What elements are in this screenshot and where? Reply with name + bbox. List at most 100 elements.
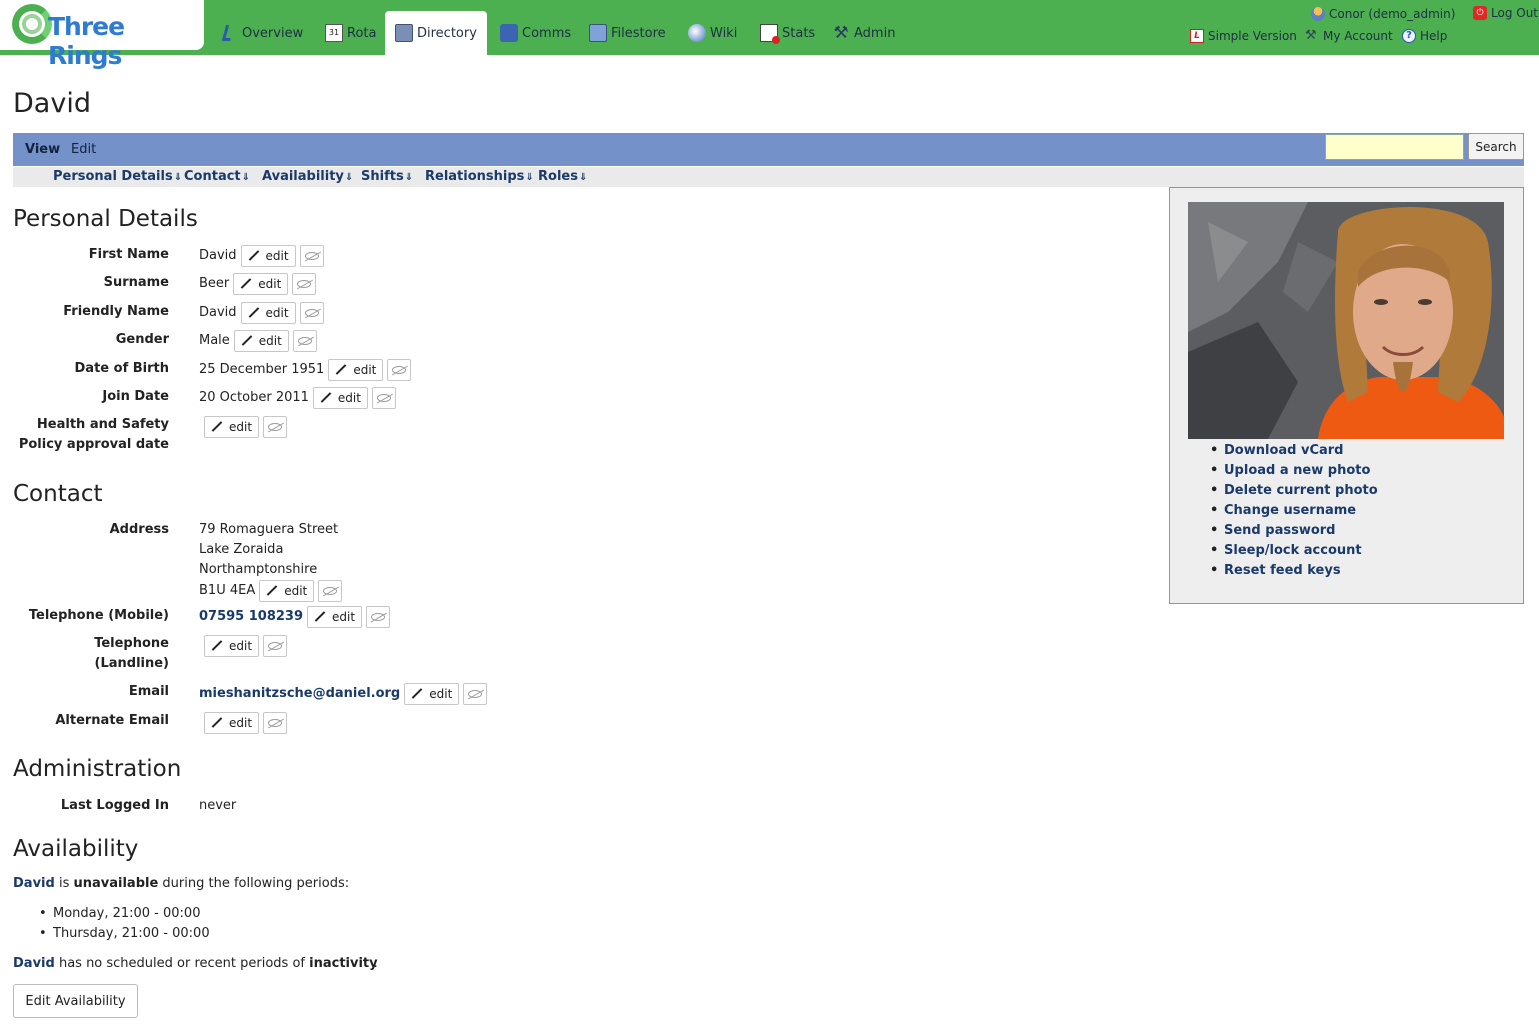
- text-has-no: has no scheduled or recent periods of: [58, 956, 305, 971]
- pencil-icon: [335, 364, 347, 376]
- simple-version-link[interactable]: L Simple Version: [1190, 29, 1297, 43]
- edit-email-button[interactable]: edit: [404, 683, 460, 705]
- mobile-label: Telephone (Mobile): [28, 608, 169, 623]
- page-title: David: [13, 88, 91, 119]
- anchor-personal-details[interactable]: Personal Details: [53, 169, 182, 184]
- visibility-toggle-button[interactable]: [292, 330, 317, 352]
- list-item: Upload a new photo: [1210, 461, 1378, 481]
- landline-label-line1: Telephone: [94, 636, 169, 651]
- edit-health-safety-button[interactable]: edit: [204, 416, 260, 438]
- current-user-link[interactable]: Conor (demo_admin): [1311, 7, 1455, 21]
- tools-icon: ⚒: [833, 23, 849, 43]
- my-account-label: My Account: [1323, 29, 1393, 43]
- hidden-eye-icon: [376, 394, 391, 402]
- visibility-toggle-button[interactable]: [463, 683, 488, 705]
- nav-filestore[interactable]: Filestore: [589, 20, 666, 46]
- nav-label: Filestore: [611, 25, 666, 41]
- surname-value: Beer: [199, 276, 230, 291]
- calendar-icon: 31: [325, 24, 343, 42]
- anchor-availability[interactable]: Availability: [262, 169, 353, 184]
- visibility-toggle-button[interactable]: [292, 273, 317, 295]
- sleep-lock-account-link[interactable]: Sleep/lock account: [1224, 543, 1362, 558]
- hidden-eye-icon: [304, 309, 319, 317]
- list-item: Reset feed keys: [1210, 561, 1378, 581]
- nav-label: Admin: [854, 25, 896, 41]
- nav-wiki[interactable]: Wiki: [688, 20, 737, 46]
- logo[interactable]: Three Rings: [0, 0, 204, 70]
- visibility-toggle-button[interactable]: [299, 302, 324, 324]
- visibility-toggle-button[interactable]: [366, 606, 391, 628]
- member-name-link[interactable]: David: [13, 956, 55, 971]
- address-line: B1U 4EA: [199, 583, 256, 598]
- hidden-eye-icon: [268, 423, 283, 431]
- edit-alternate-email-button[interactable]: edit: [204, 712, 260, 734]
- my-account-link[interactable]: ⚒ My Account: [1305, 29, 1393, 44]
- change-username-link[interactable]: Change username: [1224, 503, 1356, 518]
- text-period: .: [373, 956, 378, 971]
- visibility-toggle-button[interactable]: [299, 245, 324, 267]
- edit-mobile-button[interactable]: edit: [307, 606, 363, 628]
- nav-directory[interactable]: Directory: [385, 11, 487, 55]
- edit-friendly-name-button[interactable]: edit: [240, 302, 296, 324]
- edit-surname-button[interactable]: edit: [233, 273, 289, 295]
- help-link[interactable]: ? Help: [1402, 29, 1447, 43]
- reset-feed-keys-link[interactable]: Reset feed keys: [1224, 563, 1341, 578]
- nav-admin[interactable]: ⚒ Admin: [832, 20, 895, 46]
- member-name-link[interactable]: David: [13, 876, 55, 891]
- nav-rota[interactable]: 31 Rota: [325, 20, 376, 46]
- tab-edit[interactable]: Edit: [71, 142, 96, 157]
- pencil-icon: [320, 392, 332, 404]
- nav-comms[interactable]: Comms: [500, 20, 571, 46]
- edit-first-name-button[interactable]: edit: [240, 245, 296, 267]
- section-anchor-bar: Personal Details Contact Availability Sh…: [13, 167, 1524, 187]
- gender-label: Gender: [115, 332, 169, 347]
- edit-gender-button[interactable]: edit: [233, 330, 289, 352]
- gender-row: Male edit: [199, 330, 317, 352]
- list-item: Change username: [1210, 501, 1378, 521]
- edit-address-button[interactable]: edit: [259, 580, 315, 602]
- inactivity-summary: David has no scheduled or recent periods…: [13, 954, 378, 974]
- anchor-contact[interactable]: Contact: [184, 169, 250, 184]
- list-item: Download vCard: [1210, 441, 1378, 461]
- mobile-value-link[interactable]: 07595 108239: [199, 607, 303, 627]
- nav-label: Rota: [347, 25, 377, 41]
- visibility-toggle-button[interactable]: [263, 712, 288, 734]
- visibility-toggle-button[interactable]: [387, 359, 412, 381]
- visibility-toggle-button[interactable]: [263, 635, 288, 657]
- anchor-roles[interactable]: Roles: [538, 169, 587, 184]
- email-value-link[interactable]: mieshanitzsche@daniel.org: [199, 684, 400, 704]
- join-date-value: 20 October 2011: [199, 390, 309, 405]
- visibility-toggle-button[interactable]: [371, 387, 396, 409]
- address-postcode-row: B1U 4EA edit: [199, 580, 343, 602]
- search-button[interactable]: Search: [1468, 133, 1524, 160]
- visibility-toggle-button[interactable]: [318, 580, 343, 602]
- nav-label: Comms: [522, 25, 572, 41]
- edit-label: edit: [229, 716, 253, 730]
- nav-label: Wiki: [710, 25, 738, 41]
- nav-overview[interactable]: Overview: [221, 20, 303, 46]
- delete-photo-link[interactable]: Delete current photo: [1224, 483, 1378, 498]
- edit-join-date-button[interactable]: edit: [312, 387, 368, 409]
- edit-label: edit: [229, 420, 253, 434]
- edit-landline-button[interactable]: edit: [204, 635, 260, 657]
- tab-view[interactable]: View: [25, 142, 60, 157]
- logout-link[interactable]: ⏻ Log Out: [1473, 6, 1538, 20]
- send-password-link[interactable]: Send password: [1224, 523, 1335, 538]
- nav-stats[interactable]: Stats: [760, 20, 815, 46]
- download-vcard-link[interactable]: Download vCard: [1224, 443, 1343, 458]
- landline-row: edit: [204, 635, 288, 657]
- first-name-value: David: [199, 248, 237, 263]
- upload-photo-link[interactable]: Upload a new photo: [1224, 463, 1370, 478]
- help-icon: ?: [1402, 29, 1416, 43]
- edit-availability-button[interactable]: Edit Availability: [13, 984, 138, 1018]
- health-safety-row: edit: [204, 416, 288, 438]
- administration-heading: Administration: [13, 756, 182, 782]
- edit-date-of-birth-button[interactable]: edit: [328, 359, 384, 381]
- anchor-shifts[interactable]: Shifts: [361, 169, 413, 184]
- anchor-relationships[interactable]: Relationships: [425, 169, 534, 184]
- edit-label: edit: [258, 277, 282, 291]
- search-input[interactable]: [1325, 134, 1464, 160]
- visibility-toggle-button[interactable]: [263, 416, 288, 438]
- friendly-name-value: David: [199, 305, 237, 320]
- hidden-eye-icon: [304, 252, 319, 260]
